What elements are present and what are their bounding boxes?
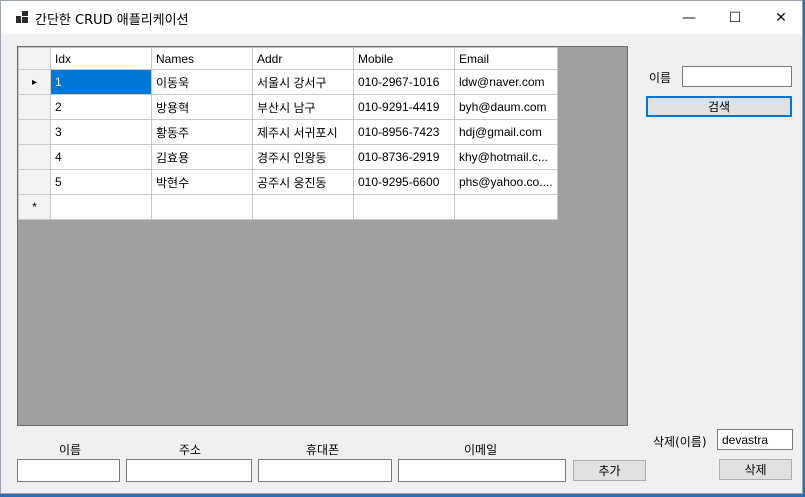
column-header-mobile[interactable]: Mobile [353, 47, 455, 70]
maximize-button[interactable]: ☐ [712, 1, 758, 34]
row-header-cell[interactable] [18, 119, 51, 145]
delete-button[interactable]: 삭제 [719, 459, 792, 480]
table-cell[interactable]: 1 [50, 69, 152, 95]
table-cell[interactable]: phs@yahoo.co.... [454, 169, 558, 195]
table-cell[interactable]: ldw@naver.com [454, 69, 558, 95]
table-cell[interactable]: 010-9295-6600 [353, 169, 455, 195]
minimize-icon: — [682, 9, 696, 26]
table-cell[interactable]: hdj@gmail.com [454, 119, 558, 145]
table-cell[interactable] [252, 194, 354, 220]
current-row-indicator-icon[interactable]: ▸ [18, 69, 51, 95]
new-row-indicator-icon[interactable]: * [18, 194, 51, 220]
table-row[interactable]: 4 김효용 경주시 인왕동 010-8736-2919 khy@hotmail.… [18, 144, 558, 170]
table-cell[interactable]: 010-8956-7423 [353, 119, 455, 145]
add-addr-label: 주소 [179, 443, 202, 457]
table-row[interactable]: 5 박현수 공주시 웅진동 010-9295-6600 phs@yahoo.co… [18, 169, 558, 195]
table-cell[interactable]: 황동주 [151, 119, 253, 145]
new-row[interactable]: * [18, 194, 558, 220]
search-name-input[interactable] [682, 66, 792, 87]
add-button[interactable]: 추가 [573, 460, 646, 481]
table-cell[interactable]: 김효용 [151, 144, 253, 170]
column-header-idx[interactable]: Idx [50, 47, 152, 70]
row-header-cell[interactable] [18, 169, 51, 195]
row-header-cell[interactable] [18, 94, 51, 120]
table-cell[interactable]: 010-2967-1016 [353, 69, 455, 95]
table-cell[interactable]: 방용혁 [151, 94, 253, 120]
table-cell[interactable]: 서울시 강서구 [252, 69, 354, 95]
table-cell[interactable]: 4 [50, 144, 152, 170]
table-cell[interactable]: 010-9291-4419 [353, 94, 455, 120]
table-cell[interactable]: 부산시 남구 [252, 94, 354, 120]
add-email-input[interactable] [398, 459, 566, 482]
close-button[interactable]: ✕ [758, 1, 804, 34]
table-cell[interactable]: 이동욱 [151, 69, 253, 95]
add-name-input[interactable] [17, 459, 120, 482]
column-header-email[interactable]: Email [454, 47, 558, 70]
table-row[interactable]: ▸ 1 이동욱 서울시 강서구 010-2967-1016 ldw@naver.… [18, 69, 558, 95]
title-bar[interactable]: 간단한 CRUD 애플리케이션 — ☐ ✕ [1, 1, 802, 34]
add-addr-input[interactable] [126, 459, 252, 482]
close-icon: ✕ [775, 9, 787, 26]
row-header-cell[interactable] [18, 144, 51, 170]
table-cell[interactable]: 제주시 서귀포시 [252, 119, 354, 145]
delete-name-input[interactable] [717, 429, 793, 450]
add-phone-input[interactable] [258, 459, 392, 482]
table-cell[interactable] [454, 194, 558, 220]
table-cell[interactable]: 3 [50, 119, 152, 145]
maximize-icon: ☐ [728, 9, 742, 26]
table-cell[interactable]: byh@daum.com [454, 94, 558, 120]
table-cell[interactable]: 공주시 웅진동 [252, 169, 354, 195]
table-cell[interactable]: 경주시 인왕동 [252, 144, 354, 170]
search-name-label: 이름 [649, 71, 672, 85]
table-row[interactable]: 2 방용혁 부산시 남구 010-9291-4419 byh@daum.com [18, 94, 558, 120]
table-cell[interactable]: 2 [50, 94, 152, 120]
table-cell[interactable] [353, 194, 455, 220]
data-grid-table: Idx Names Addr Mobile Email ▸ 1 이동욱 서울시 … [18, 47, 558, 220]
app-icon [16, 11, 28, 23]
add-email-label: 이메일 [464, 443, 498, 457]
table-cell[interactable]: 010-8736-2919 [353, 144, 455, 170]
table-cell[interactable]: khy@hotmail.c... [454, 144, 558, 170]
column-header-names[interactable]: Names [151, 47, 253, 70]
table-cell[interactable] [50, 194, 152, 220]
table-cell[interactable]: 박현수 [151, 169, 253, 195]
search-button[interactable]: 검색 [646, 96, 792, 117]
data-grid[interactable]: Idx Names Addr Mobile Email ▸ 1 이동욱 서울시 … [17, 46, 628, 426]
add-phone-label: 휴대폰 [306, 443, 340, 457]
table-cell[interactable] [151, 194, 253, 220]
add-name-label: 이름 [59, 443, 82, 457]
delete-name-label: 삭제(이름) [653, 435, 707, 449]
table-row[interactable]: 3 황동주 제주시 서귀포시 010-8956-7423 hdj@gmail.c… [18, 119, 558, 145]
table-cell[interactable]: 5 [50, 169, 152, 195]
window-title: 간단한 CRUD 애플리케이션 [35, 13, 189, 28]
minimize-button[interactable]: — [666, 1, 712, 34]
column-header-addr[interactable]: Addr [252, 47, 354, 70]
corner-header-cell[interactable] [18, 47, 51, 70]
header-row: Idx Names Addr Mobile Email [18, 47, 558, 70]
app-window: 간단한 CRUD 애플리케이션 — ☐ ✕ Idx Names Addr Mob… [0, 0, 803, 494]
